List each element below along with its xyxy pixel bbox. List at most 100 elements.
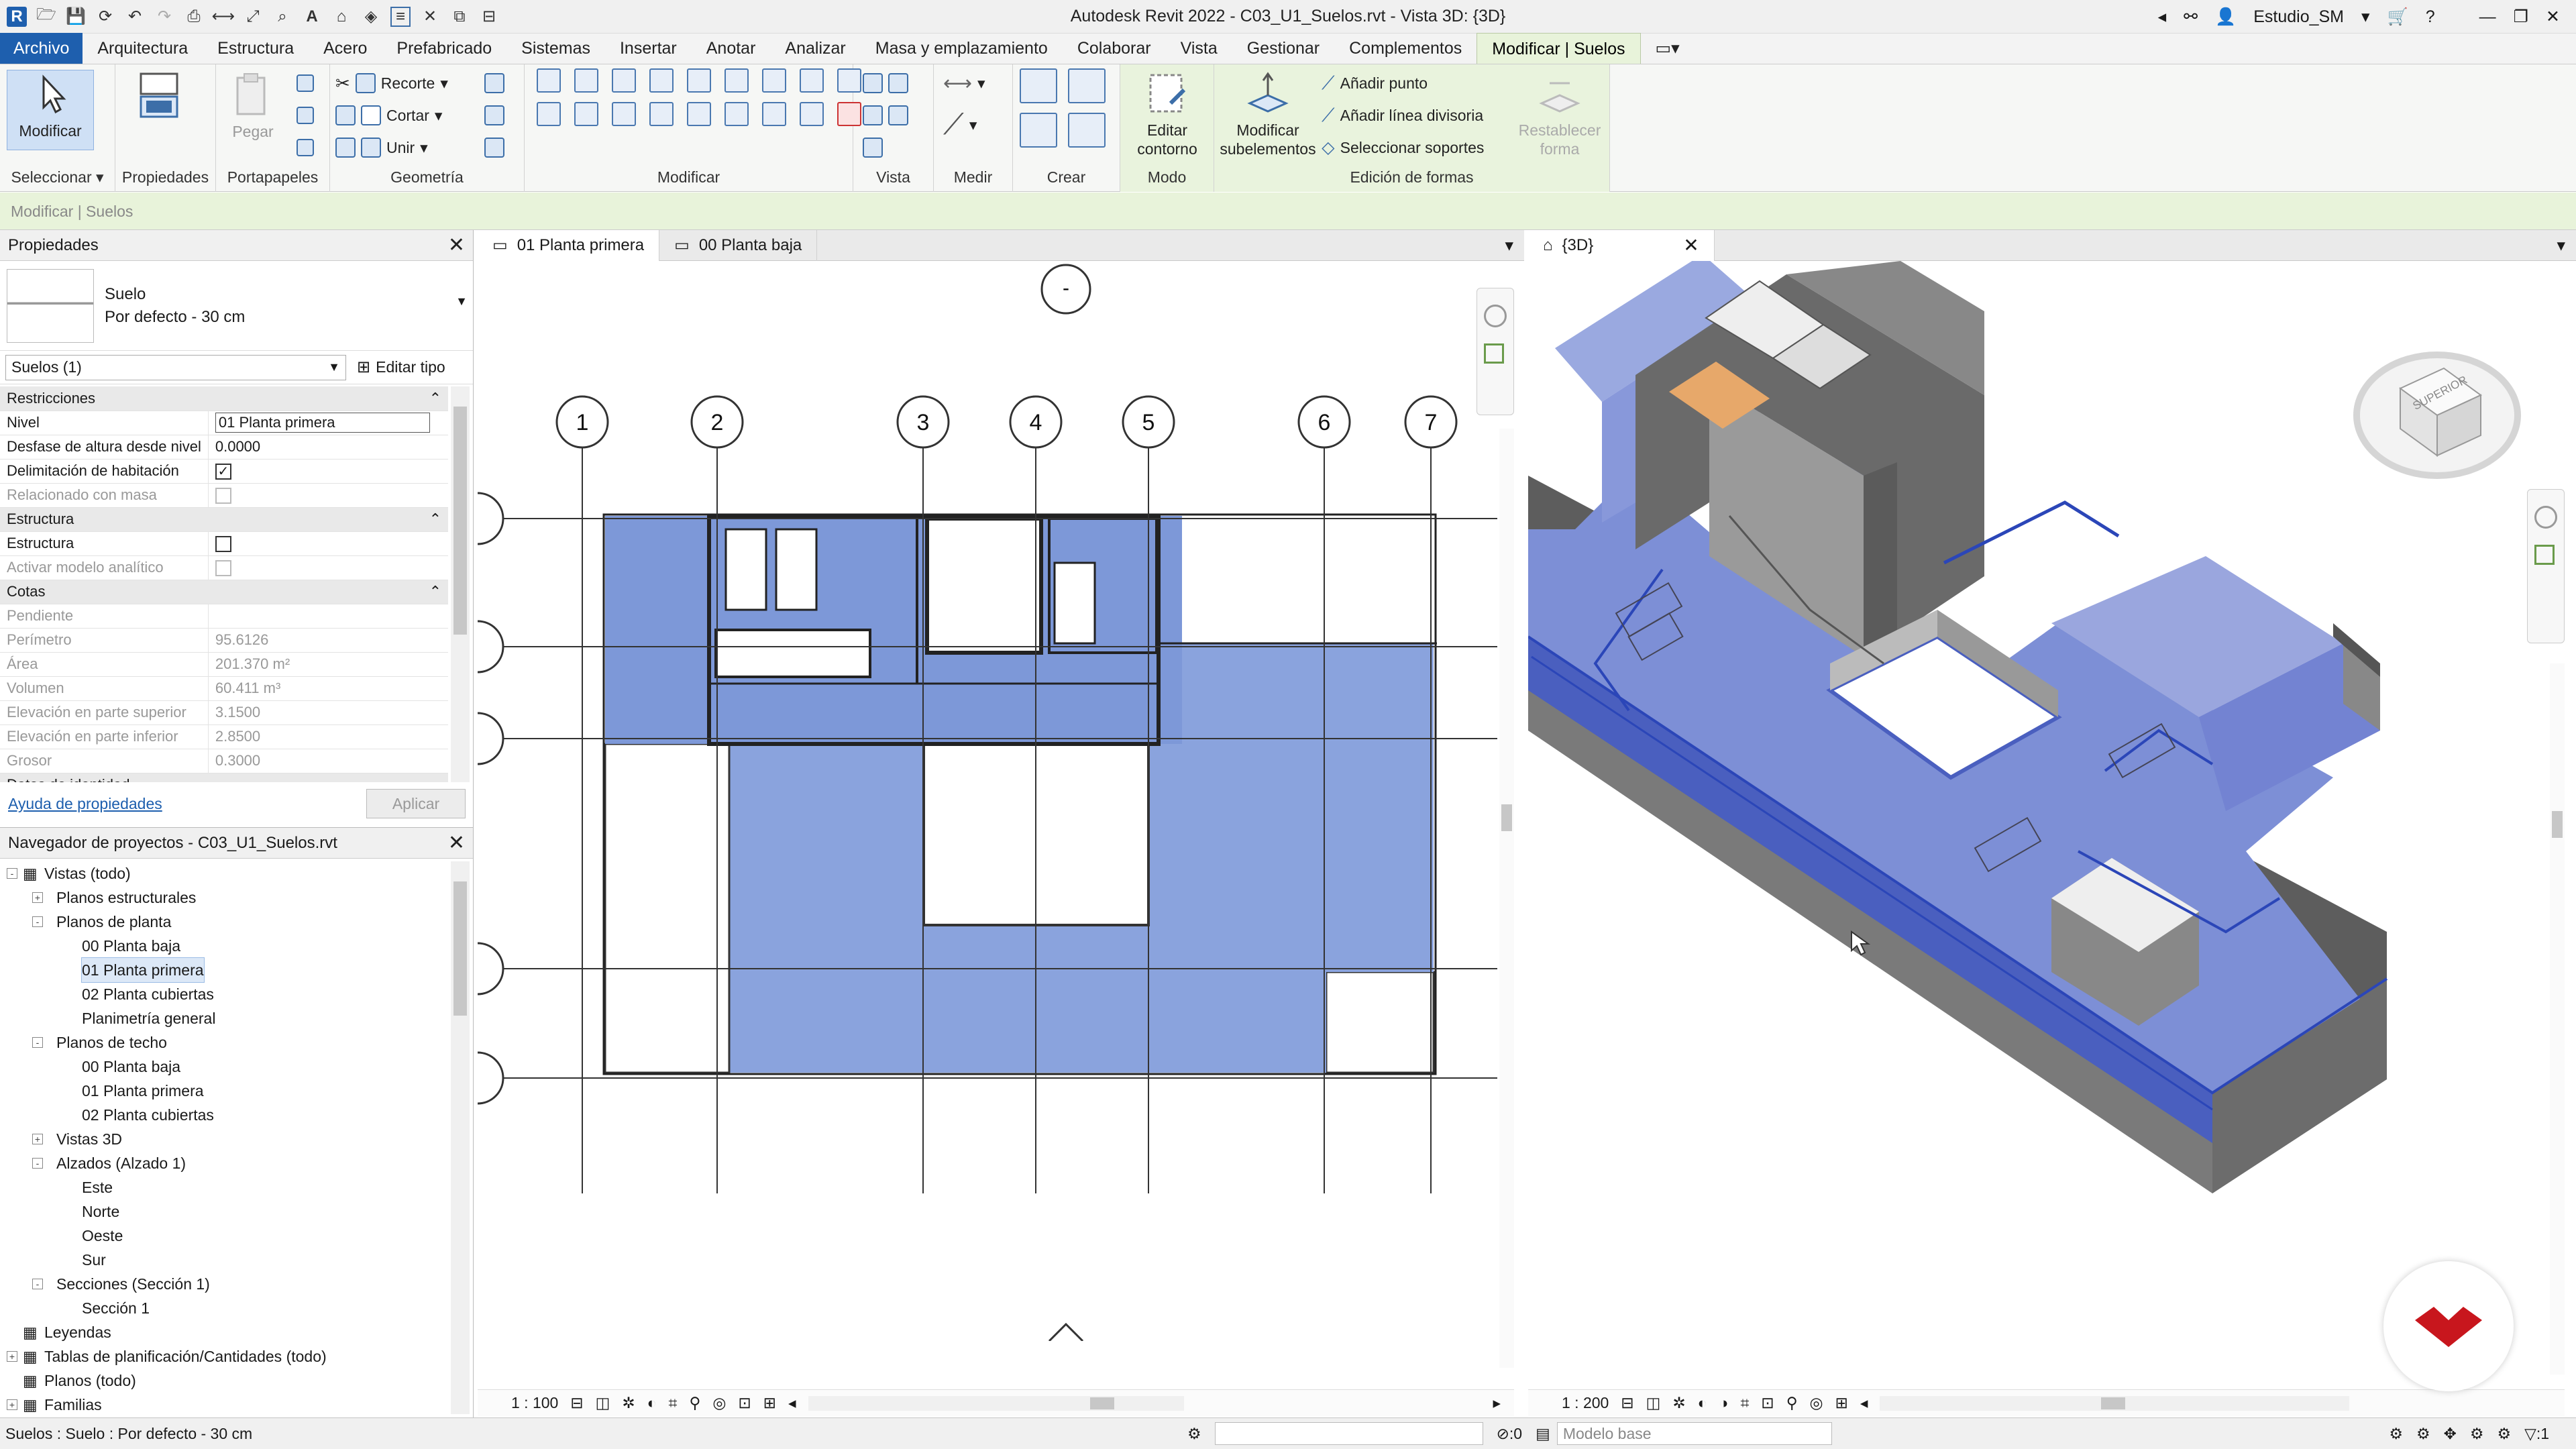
tab-vista[interactable]: Vista [1166, 33, 1232, 64]
select-panel-label[interactable]: Seleccionar ▾ [0, 168, 115, 186]
paint-icon[interactable] [484, 134, 504, 161]
collapse-icon[interactable]: - [32, 1037, 43, 1048]
grid-label-5[interactable]: 5 [1142, 410, 1155, 435]
tab-prefabricado[interactable]: Prefabricado [382, 33, 506, 64]
scroll-left-icon[interactable]: ◂ [788, 1394, 796, 1412]
browser-item[interactable]: - Planos de techo [0, 1030, 449, 1055]
prop-delimitacion-value[interactable]: ✓ [208, 459, 448, 484]
render-icon[interactable]: ◑ [1719, 1394, 1729, 1412]
expand-icon[interactable]: + [7, 1351, 17, 1362]
user-icon[interactable]: 👤 [2215, 7, 2236, 27]
worksets-icon[interactable]: ⚙ [1187, 1425, 1201, 1443]
plan-vertical-scrollbar[interactable] [1499, 429, 1514, 1368]
shadows-icon[interactable]: ◐ [647, 1394, 657, 1412]
pin-icon[interactable] [762, 68, 786, 93]
browser-item[interactable]: + Planos estructurales [0, 885, 449, 910]
temporary-hide-icon[interactable]: ⚲ [690, 1394, 701, 1412]
properties-help-link[interactable]: Ayuda de propiedades [8, 795, 162, 813]
browser-item[interactable]: 01 Planta primera [0, 957, 449, 983]
geometry-extra-1-icon[interactable] [484, 70, 504, 97]
split-icon[interactable] [800, 68, 824, 93]
arrow-left-icon[interactable]: ◂ [2158, 7, 2167, 27]
close-icon[interactable]: ✕ [2546, 7, 2560, 27]
tab-archivo[interactable]: Archivo [0, 33, 83, 64]
browser-item[interactable]: + ▦ Familias [0, 1393, 449, 1417]
browser-item[interactable]: 01 Planta primera [0, 1079, 449, 1103]
browser-item[interactable]: - Planos de planta [0, 910, 449, 934]
section-icon[interactable]: ◈ [361, 7, 381, 27]
cut-button[interactable]: Cortar ▾ [335, 102, 442, 129]
analytical-icon[interactable]: ⊞ [1835, 1394, 1848, 1412]
prop-nivel-value[interactable]: 01 Planta primera [208, 411, 448, 435]
tab-3d[interactable]: ⌂ {3D} ✕ [1528, 230, 1715, 261]
visual-style-icon[interactable]: ◫ [596, 1394, 610, 1412]
split-gap-icon[interactable] [800, 102, 824, 126]
sun-path-icon[interactable]: ✲ [622, 1394, 635, 1412]
align-icon[interactable] [537, 68, 561, 93]
print-icon[interactable]: ⎙ [184, 7, 204, 27]
grid-label-1[interactable]: 1 [576, 410, 589, 435]
tag-icon[interactable]: ⌕ [272, 7, 292, 27]
collapse-icon[interactable]: - [32, 1158, 43, 1169]
rotate-copy-icon[interactable] [574, 102, 598, 126]
browser-item[interactable]: Sección 1 [0, 1296, 449, 1320]
paste-button[interactable]: Pegar [229, 71, 276, 141]
geometry-extra-2-icon[interactable] [484, 102, 504, 129]
group-estructura[interactable]: Estructura ⌃ [0, 507, 448, 532]
tab-masa-y-emplazamiento[interactable]: Masa y emplazamiento [861, 33, 1063, 64]
zoom-icon[interactable] [1484, 343, 1504, 364]
measure-between-icon[interactable]: ⟷ ▾ [943, 70, 985, 97]
modify-button[interactable]: Modificar [7, 70, 94, 150]
steering-wheel-icon[interactable] [2534, 506, 2557, 529]
apply-button[interactable]: Aplicar [366, 789, 466, 818]
visual-style-icon[interactable]: ◫ [1646, 1394, 1661, 1412]
crop-icon[interactable]: ⌗ [669, 1394, 678, 1412]
tab-complementos[interactable]: Complementos [1334, 33, 1477, 64]
zoom-icon[interactable] [2534, 545, 2555, 565]
navigation-bar[interactable] [1477, 288, 1514, 415]
tab-arquitectura[interactable]: Arquitectura [83, 33, 203, 64]
close-icon[interactable]: ✕ [1683, 230, 1699, 261]
room-bounding-checkbox[interactable]: ✓ [215, 464, 231, 480]
select-by-face-icon[interactable]: ⚙ [2470, 1425, 2484, 1443]
close-icon[interactable]: ✕ [448, 233, 465, 257]
add-point-button[interactable]: ⟋ Añadir punto [1322, 70, 1428, 97]
tab-anotar[interactable]: Anotar [692, 33, 771, 64]
offset-icon[interactable] [574, 68, 598, 93]
design-options-icon[interactable]: ▤ [1536, 1425, 1550, 1443]
ribbon-toggle-icon[interactable]: ▭▾ [1641, 33, 1695, 64]
open-icon[interactable]: 🗁 [36, 5, 56, 27]
cart-icon[interactable]: 🛒 [2387, 7, 2408, 27]
plan-horizontal-scrollbar[interactable] [808, 1395, 1184, 1411]
tabs-dropdown-icon[interactable]: ▾ [1494, 230, 1524, 260]
select-pinned-icon[interactable]: ✥ [2444, 1425, 2457, 1443]
scroll-right-icon[interactable]: ▸ [1493, 1394, 1501, 1412]
modify-subelements-button[interactable]: Modificar subelementos [1214, 70, 1322, 158]
sun-path-icon[interactable]: ✲ [1672, 1394, 1685, 1412]
tab-sistemas[interactable]: Sistemas [506, 33, 605, 64]
move-icon[interactable] [537, 102, 561, 126]
tab-colaborar[interactable]: Colaborar [1063, 33, 1166, 64]
close-hidden-icon[interactable]: ✕ [420, 7, 440, 27]
building-model[interactable] [1528, 261, 2388, 1193]
scroll-left-icon[interactable]: ◂ [1860, 1394, 1868, 1412]
tab-insertar[interactable]: Insertar [605, 33, 692, 64]
join-button[interactable]: Unir ▾ [335, 134, 428, 161]
browser-item[interactable]: Oeste [0, 1224, 449, 1248]
lock-3d-icon[interactable]: ⊡ [1761, 1394, 1774, 1412]
workset-select[interactable] [1214, 1422, 1483, 1445]
thin-lines-icon[interactable]: ≡ [390, 6, 411, 27]
select-links-icon[interactable]: ⚙ [2389, 1425, 2403, 1443]
tab-analizar[interactable]: Analizar [770, 33, 860, 64]
browser-item[interactable]: + ▦ Tablas de planificación/Cantidades (to… [0, 1344, 449, 1368]
create-group-icon[interactable] [1020, 113, 1057, 148]
browser-item[interactable]: ▦ Planos (todo) [0, 1368, 449, 1393]
collapse-icon[interactable]: - [32, 916, 43, 927]
3d-scale[interactable]: 1 : 200 [1562, 1394, 1609, 1412]
browser-item[interactable]: 00 Planta baja [0, 1055, 449, 1079]
collapse-icon[interactable]: - [32, 1279, 43, 1289]
lock-icon[interactable]: ⊡ [738, 1394, 751, 1412]
match-type-icon[interactable] [297, 134, 314, 161]
browser-item[interactable]: Planimetría general [0, 1006, 449, 1030]
filter-icon[interactable]: ▽ [2524, 1425, 2536, 1443]
